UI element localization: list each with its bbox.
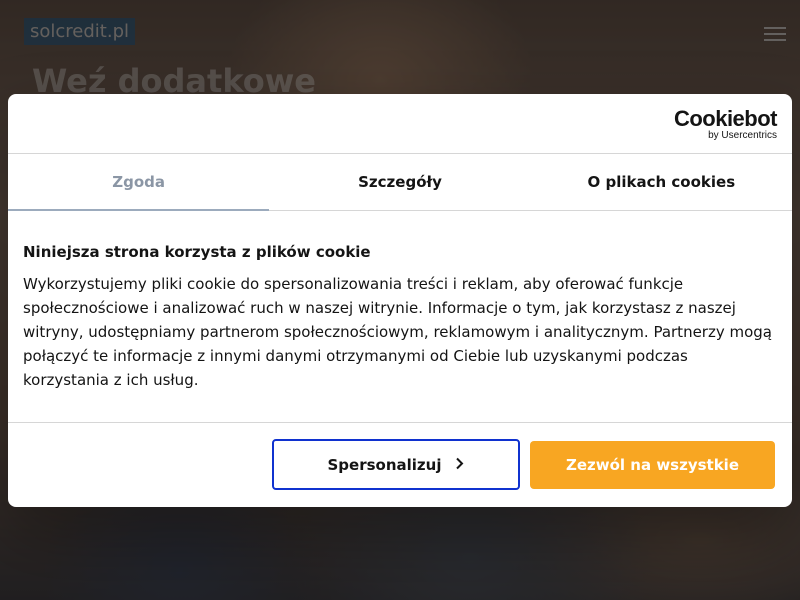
tab-consent[interactable]: Zgoda — [8, 154, 270, 211]
cookie-consent-dialog: Cookiebot by Usercentrics Zgoda Szczegół… — [8, 94, 792, 507]
tab-about-cookies[interactable]: O plikach cookies — [531, 154, 792, 210]
dialog-header: Cookiebot by Usercentrics — [8, 94, 792, 154]
cookiebot-logo-name: Cookiebot — [673, 106, 778, 131]
consent-tabs: Zgoda Szczegóły O plikach cookies — [8, 154, 792, 211]
consent-text: Wykorzystujemy pliki cookie do spersonal… — [23, 275, 772, 389]
customize-button[interactable]: Spersonalizuj — [272, 439, 520, 490]
chevron-right-icon — [455, 457, 464, 473]
allow-all-button[interactable]: Zezwól na wszystkie — [530, 441, 775, 489]
tab-details[interactable]: Szczegóły — [269, 154, 530, 210]
customize-button-label: Spersonalizuj — [327, 455, 442, 474]
consent-footer: Spersonalizuj Zezwól na wszystkie — [8, 423, 792, 506]
cookiebot-logo-sub: by Usercentrics — [708, 130, 777, 141]
consent-body: Niniejsza strona korzysta z plików cooki… — [8, 211, 792, 423]
cookiebot-logo: Cookiebot by Usercentrics — [673, 106, 778, 142]
consent-title: Niniejsza strona korzysta z plików cooki… — [23, 243, 371, 261]
